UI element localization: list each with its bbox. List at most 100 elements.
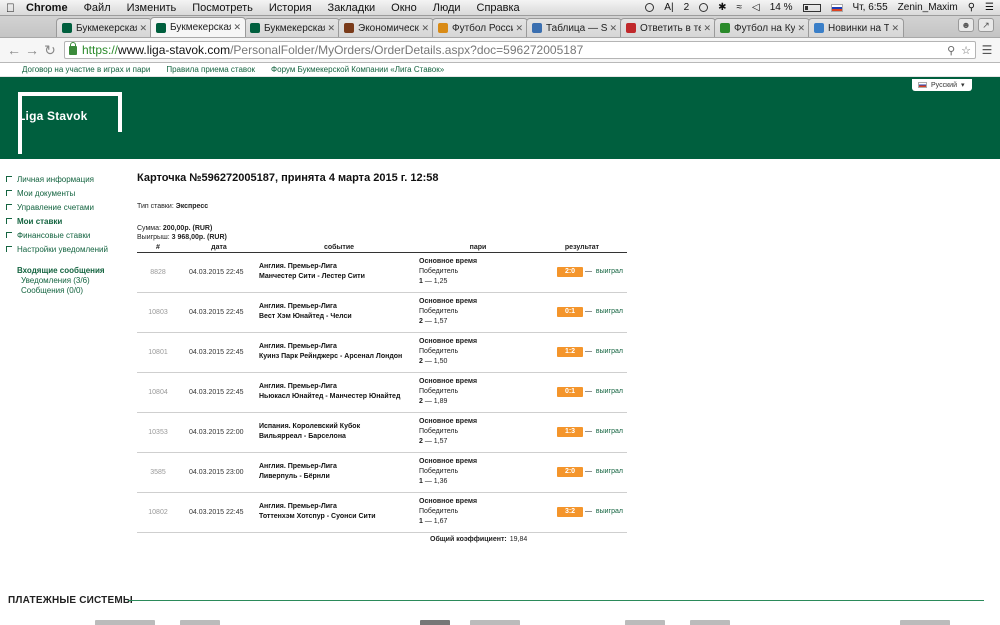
payment-logo[interactable] <box>900 620 950 625</box>
bet-sum: Сумма: 200,00р. (RUR) <box>137 225 213 232</box>
bet-type: Тип ставки: Экспресс <box>137 203 209 210</box>
bet-date: 04.03.2015 22:45 <box>179 252 259 293</box>
tab-title: Экономически <box>358 22 420 34</box>
time-machine-icon[interactable] <box>699 3 709 12</box>
browser-tab[interactable]: Новинки на TF ✕ <box>808 18 904 37</box>
pick: 2 <box>419 318 423 325</box>
menu-view[interactable]: Посмотреть <box>192 2 253 14</box>
browser-tab[interactable]: Таблица — Spr✕ <box>526 18 622 37</box>
close-tab-icon[interactable]: ✕ <box>233 22 241 33</box>
sidebar-item[interactable]: Управление счетами <box>6 200 131 214</box>
col-event: событие <box>259 243 419 253</box>
payment-logo[interactable] <box>690 620 730 625</box>
close-tab-icon[interactable]: ✕ <box>421 23 429 34</box>
close-tab-icon[interactable]: ✕ <box>797 23 805 34</box>
site-header: Liga Stavok Русский ▾ <box>0 77 1000 159</box>
browser-toolbar: ← → ↻ https:// www.liga-stavok.com /Pers… <box>0 38 1000 63</box>
browser-tab[interactable]: Футбол России✕ <box>432 18 528 37</box>
period: Основное время <box>419 258 478 265</box>
chrome-menu-icon[interactable]: ☰ <box>980 43 994 57</box>
payment-logo[interactable] <box>420 620 450 625</box>
fullscreen-icon[interactable]: ↗ <box>978 18 994 32</box>
link-forum[interactable]: Форум Букмекерской Компании «Лига Ставок… <box>271 65 444 74</box>
menu-bookmarks[interactable]: Закладки <box>328 2 376 14</box>
close-tab-icon[interactable]: ✕ <box>891 23 899 34</box>
sidebar-item[interactable]: Финансовые ставки <box>6 228 131 242</box>
market: Победитель <box>419 428 459 435</box>
market: Победитель <box>419 308 459 315</box>
list-icon[interactable]: ☰ <box>985 2 994 13</box>
close-tab-icon[interactable]: ✕ <box>139 23 147 34</box>
league: Англия. Премьер-Лига <box>259 503 337 510</box>
volume-icon[interactable]: ◁ <box>752 2 760 13</box>
status-circle-icon[interactable] <box>645 3 655 12</box>
match: Вест Хэм Юнайтед - Челси <box>259 313 352 320</box>
inbox-title[interactable]: Входящие сообщения <box>17 266 131 276</box>
reload-icon[interactable]: ↻ <box>42 42 58 59</box>
menu-window[interactable]: Окно <box>391 2 417 14</box>
battery-icon[interactable] <box>802 3 821 12</box>
favicon-icon <box>438 23 448 33</box>
close-tab-icon[interactable]: ✕ <box>515 23 523 34</box>
browser-tab[interactable]: Ответить в тем✕ <box>620 18 716 37</box>
menu-history[interactable]: История <box>269 2 312 14</box>
pick: 2 <box>419 438 423 445</box>
app-menu[interactable]: Chrome <box>26 2 68 14</box>
sidebar-item[interactable]: Личная информация <box>6 172 131 186</box>
apple-menu-icon[interactable]:  <box>6 1 26 15</box>
close-tab-icon[interactable]: ✕ <box>327 23 335 34</box>
wifi-icon[interactable]: ≈ <box>737 2 743 13</box>
logo-frame[interactable] <box>18 92 122 154</box>
market: Победитель <box>419 468 459 475</box>
language-selector[interactable]: Русский ▾ <box>912 79 972 91</box>
menu-help[interactable]: Справка <box>477 2 520 14</box>
close-tab-icon[interactable]: ✕ <box>703 23 711 34</box>
forward-icon[interactable]: → <box>24 42 40 58</box>
url-scheme: https:// <box>82 43 119 57</box>
sidebar-item[interactable]: Мои документы <box>6 186 131 200</box>
battery-percent[interactable]: 14 % <box>770 2 793 13</box>
payment-logo[interactable] <box>180 620 220 625</box>
user-name[interactable]: Zenin_Maxim <box>898 2 958 13</box>
table-row: 8828 04.03.2015 22:45 Англия. Премьер-Лига… <box>137 252 627 293</box>
logo[interactable]: Liga Stavok <box>18 109 88 123</box>
inbox-item[interactable]: Сообщения (0/0) <box>21 286 131 296</box>
bet-date: 04.03.2015 22:00 <box>179 412 259 453</box>
link-agreement[interactable]: Договор на участие в играх и пари <box>22 65 150 74</box>
back-icon[interactable]: ← <box>6 42 22 58</box>
menu-file[interactable]: Файл <box>84 2 111 14</box>
status-ai[interactable]: A| <box>664 2 673 13</box>
result-status: выиграл <box>595 428 623 435</box>
sidebar-item[interactable]: Настройки уведомлений <box>6 242 131 256</box>
link-rules[interactable]: Правила приема ставок <box>166 65 255 74</box>
browser-tab[interactable]: Букмекерская к✕ <box>56 18 152 37</box>
payment-logo[interactable] <box>95 620 155 625</box>
browser-tab[interactable]: Букмекерская к✕ <box>150 17 246 37</box>
search-icon[interactable]: ⚲ <box>968 2 975 13</box>
address-bar[interactable]: https:// www.liga-stavok.com /PersonalFo… <box>64 41 976 59</box>
input-flag-icon[interactable] <box>830 3 843 12</box>
menu-edit[interactable]: Изменить <box>127 2 177 14</box>
profile-icon[interactable]: ☻ <box>958 18 974 32</box>
inbox-item[interactable]: Уведомления (3/6) <box>21 276 131 286</box>
browser-tab[interactable]: Футбол на Кули✕ <box>714 18 810 37</box>
bluetooth-icon[interactable]: ✱ <box>718 2 726 13</box>
payment-logo[interactable] <box>625 620 665 625</box>
sidebar-item[interactable]: Мои ставки <box>6 214 131 228</box>
tab-title: Ответить в тем <box>640 22 701 34</box>
status-num[interactable]: 2 <box>684 2 690 13</box>
bet-event: Англия. Премьер-Лига Вест Хэм Юнайтед - Ч… <box>259 292 419 333</box>
payment-logo[interactable] <box>470 620 520 625</box>
zoom-search-icon[interactable]: ⚲ <box>947 44 955 57</box>
bookmark-star-icon[interactable]: ☆ <box>961 44 971 57</box>
clock[interactable]: Чт, 6:55 <box>853 2 888 13</box>
period: Основное время <box>419 298 478 305</box>
favicon-icon <box>720 23 730 33</box>
close-tab-icon[interactable]: ✕ <box>609 23 617 34</box>
browser-tab[interactable]: Экономически ✕ <box>338 18 434 37</box>
browser-tab[interactable]: Букмекерская к✕ <box>244 18 340 37</box>
menu-people[interactable]: Люди <box>433 2 461 14</box>
tab-strip: Букмекерская к✕Букмекерская к✕Букмекерск… <box>0 16 1000 38</box>
result-status: выиграл <box>595 508 623 515</box>
bet-number: 8828 <box>137 252 179 293</box>
